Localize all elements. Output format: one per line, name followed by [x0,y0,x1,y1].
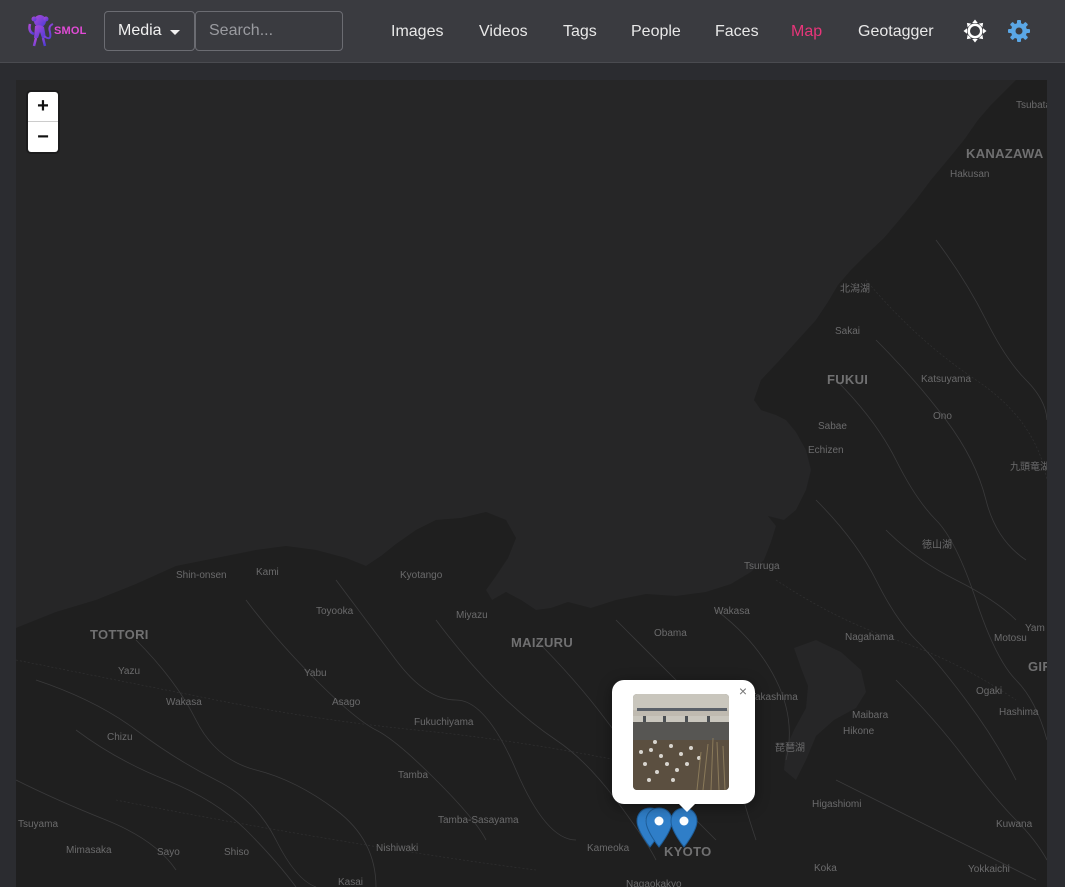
place-label: Shiso [224,847,250,858]
place-label: Chizu [107,732,133,743]
map-marker-icon[interactable] [645,807,673,848]
photo-thumbnail[interactable] [633,694,729,790]
place-label: FUKUI [827,372,869,387]
search-input[interactable] [195,11,343,51]
top-navbar: SMOL Media Images Videos Tags People Fac… [0,0,1065,63]
place-label: Miyazu [456,610,488,621]
settings-gear-icon [1008,20,1030,42]
place-label: Kameoka [587,843,630,854]
place-label: Kuwana [996,819,1033,830]
map-view[interactable]: + − Tsubata KANAZAWA Hakusan 北潟湖 Sakai F… [16,80,1047,887]
popup-tip [677,802,697,812]
caret-down-icon [169,29,180,35]
theme-toggle-icon [963,19,987,43]
place-label: TOTTORI [90,627,149,642]
place-label: Sabae [818,421,847,432]
place-label: Echizen [808,445,844,456]
place-label: Sakai [835,326,861,337]
nav-link-geotagger[interactable]: Geotagger [858,23,934,41]
place-label: 北潟湖 [840,284,870,295]
place-label: Mimasaka [66,845,112,856]
place-label: Tamba [398,770,429,781]
place-label: Asago [332,697,361,708]
place-label: Ogaki [976,686,1003,697]
zoom-control: + − [28,92,58,152]
place-label: Koka [814,863,837,874]
monkey-logo-icon [28,15,54,47]
map-terrain [16,80,1047,887]
place-label: Katsuyama [921,374,972,385]
place-label: Maibara [852,710,889,721]
place-label: Wakasa [714,606,750,617]
place-label: Tsuyama [18,819,59,830]
place-label: Takashima [750,692,798,703]
zoom-out-button[interactable]: − [28,122,58,152]
place-label: Sayo [157,847,180,858]
place-label: Nagaokakyo [626,879,682,887]
place-label: Hakusan [950,169,990,180]
place-label: Higashiomi [812,799,862,810]
nav-link-faces[interactable]: Faces [715,23,759,41]
media-dropdown-label: Media [118,22,162,39]
place-label: Nagahama [845,632,894,643]
map-marker-icon[interactable] [670,807,698,848]
nav-link-tags[interactable]: Tags [563,23,597,41]
place-label: Nishiwaki [376,843,419,854]
place-label: Fukuchiyama [414,717,474,728]
place-label: Yazu [118,666,141,677]
photo-thumbnail-image [633,694,729,790]
place-label: 徳山湖 [922,540,952,551]
place-label: Yam [1025,623,1045,634]
media-dropdown-button[interactable]: Media [104,11,195,51]
brand-name: SMOL [54,25,87,37]
zoom-in-button[interactable]: + [28,92,58,122]
place-label: KANAZAWA [966,146,1044,161]
place-label: GIF [1028,659,1047,674]
place-label: Ono [933,411,952,422]
nav-link-videos[interactable]: Videos [479,23,528,41]
place-label: Yabu [304,668,327,679]
theme-toggle-button[interactable] [963,19,987,43]
place-label: 九頭竜湖 [1010,462,1047,473]
place-label: Tsuruga [744,561,780,572]
place-label: Obama [654,628,687,639]
place-label: Motosu [994,633,1027,644]
place-label: Hikone [843,726,875,737]
place-label: 琵琶湖 [775,743,805,754]
place-label: Tamba-Sasayama [438,815,519,826]
place-label: Hashima [999,707,1039,718]
place-label: MAIZURU [511,635,574,650]
brand-logo[interactable]: SMOL [26,12,88,50]
popup-close-button[interactable]: × [736,684,750,698]
place-label: Kami [256,567,279,578]
place-label: Kasai [338,877,364,887]
nav-link-map[interactable]: Map [791,23,822,41]
place-label: Kyotango [400,570,443,581]
nav-link-people[interactable]: People [631,23,681,41]
place-label: Wakasa [166,697,202,708]
settings-button[interactable] [1007,19,1031,43]
place-label: Shin-onsen [176,570,227,581]
place-label: Toyooka [316,606,354,617]
place-label: Yokkaichi [968,864,1010,875]
nav-link-images[interactable]: Images [391,23,443,41]
place-label: Tsubata [1016,100,1047,111]
